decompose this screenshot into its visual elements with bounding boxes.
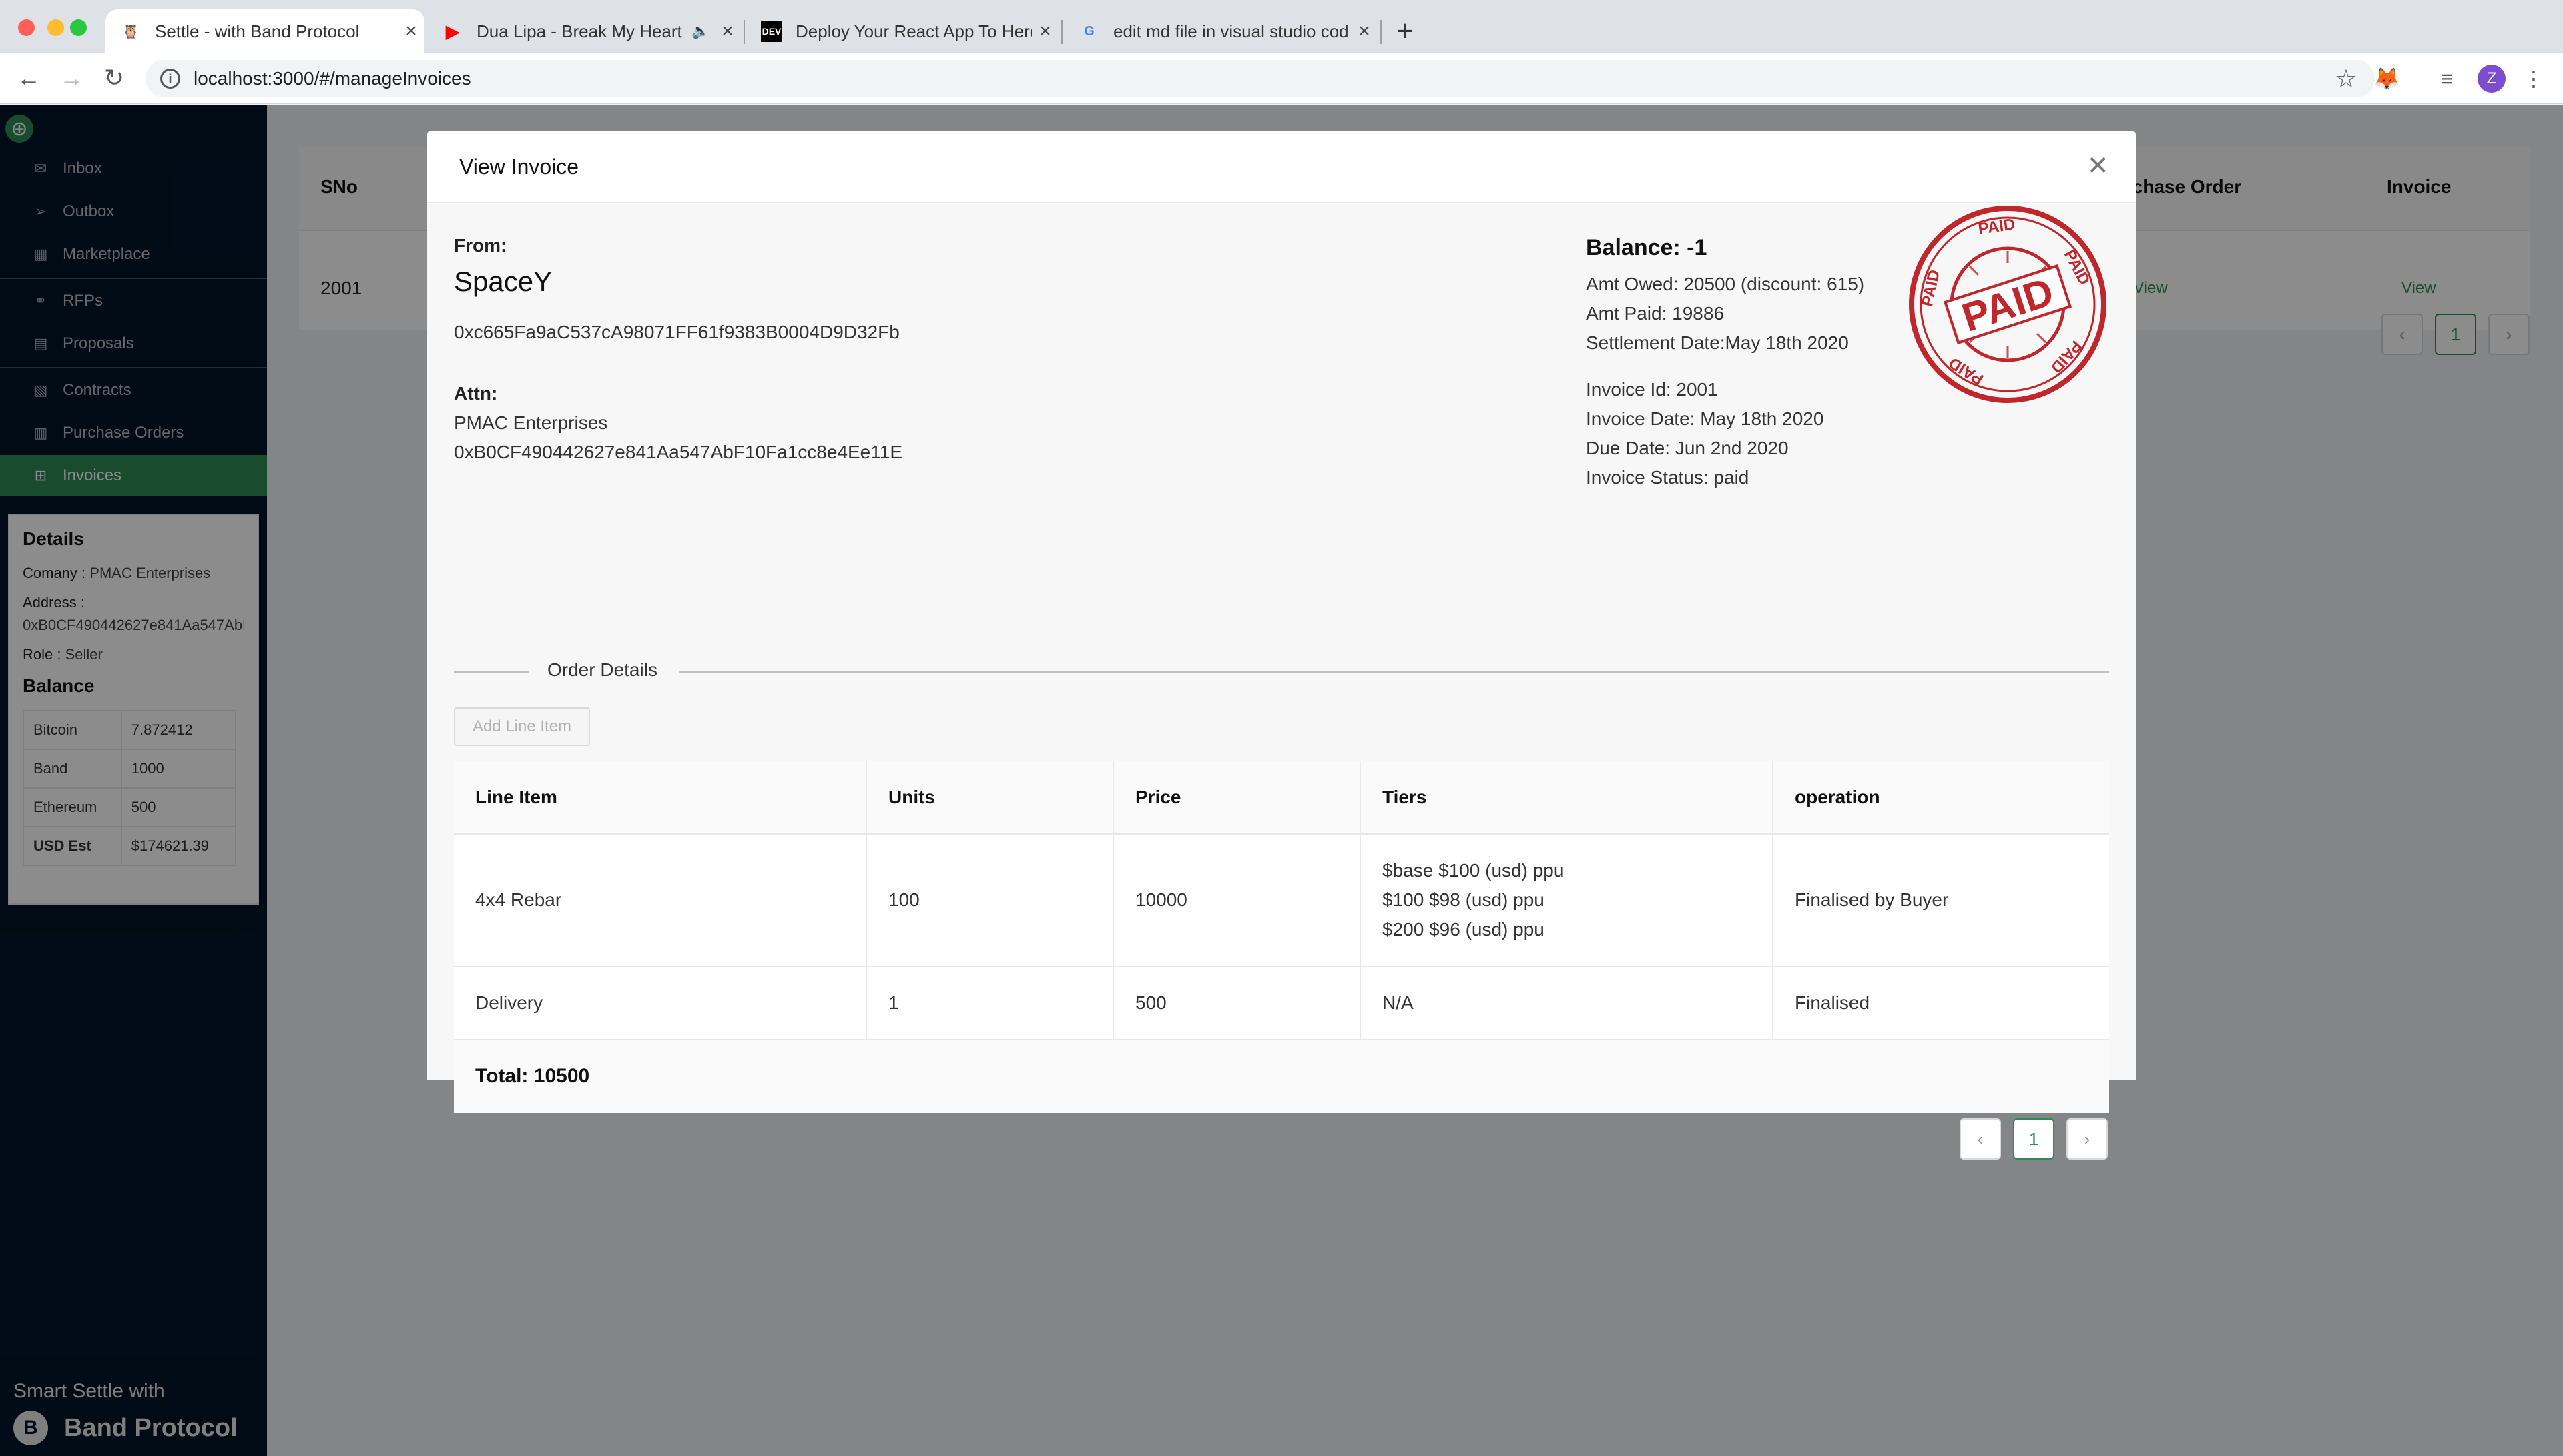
divider-line	[454, 671, 529, 673]
table-row: Delivery 1 500 N/A Finalised	[454, 966, 2109, 1040]
column-header-units[interactable]: Units	[866, 761, 1114, 835]
tab-title: Settle - with Band Protocol	[155, 21, 360, 41]
order-total: Total: 10500	[475, 1065, 590, 1087]
owl-icon: 🦉	[122, 24, 139, 39]
paid-stamp: PAID PAID PAID PAID PAID PAID	[1909, 206, 2106, 403]
tier-line: $base $100 (usd) ppu	[1382, 860, 1564, 881]
reload-icon[interactable]: ↻	[96, 60, 132, 96]
from-company: SpaceY	[454, 266, 553, 297]
url-text: localhost:3000/#/manageInvoices	[194, 68, 471, 89]
operation-cell: Finalised by Buyer	[1773, 834, 2109, 967]
units-cell: 100	[866, 834, 1114, 967]
due-date: Due Date: Jun 2nd 2020	[1586, 438, 1789, 458]
window-minimize-button[interactable]	[47, 19, 64, 36]
tab-title: Deploy Your React App To Hero	[796, 21, 1032, 41]
invoice-id: Invoice Id: 2001	[1586, 379, 1718, 400]
stamp-text: PAID	[1957, 269, 2059, 340]
prev-page-button[interactable]: ‹	[1960, 1118, 2001, 1160]
order-details-label: Order Details	[547, 659, 657, 680]
new-tab-plus-icon[interactable]: +	[1396, 15, 1414, 48]
metamask-fox-icon[interactable]: 🦊	[2369, 61, 2404, 96]
tiers-cell: N/A	[1360, 966, 1773, 1040]
attn-company: PMAC Enterprises	[454, 412, 608, 433]
tab-title: edit md file in visual studio cod	[1113, 21, 1349, 41]
modal-title: View Invoice	[459, 155, 579, 179]
invoice-date: Invoice Date: May 18th 2020	[1586, 408, 1824, 429]
browser-tab-google[interactable]: G edit md file in visual studio cod ×	[1064, 9, 1378, 53]
tab-title: Dua Lipa - Break My Heart	[477, 21, 682, 41]
speaker-icon[interactable]: 🔈	[687, 23, 714, 40]
site-info-icon[interactable]: i	[160, 69, 180, 89]
attn-address: 0xB0CF490442627e841Aa547AbF10Fa1cc8e4Ee1…	[454, 442, 902, 462]
modal-body: From: SpaceY 0xc665Fa9aC537cA98071FF61f9…	[427, 204, 2136, 1160]
price-cell: 500	[1113, 966, 1361, 1040]
window-maximize-button[interactable]	[70, 19, 87, 36]
add-line-item-button[interactable]: Add Line Item	[454, 707, 590, 746]
bookmark-star-icon[interactable]: ☆	[2335, 64, 2357, 94]
amount-paid: Amt Paid: 19886	[1586, 303, 1725, 324]
view-invoice-modal: View Invoice ✕ From: SpaceY 0xc665Fa9aC5…	[427, 131, 2136, 1160]
attn-label: Attn:	[454, 383, 498, 404]
from-address: 0xc665Fa9aC537cA98071FF61f9383B0004D9D32…	[454, 322, 900, 342]
divider-line	[679, 671, 2109, 673]
operation-cell: Finalised	[1773, 966, 2109, 1040]
line-item-cell: 4x4 Rebar	[454, 834, 867, 967]
order-table: Line Item Units Price Tiers operation 4x…	[454, 761, 2109, 1040]
next-page-button[interactable]: ›	[2066, 1118, 2108, 1160]
back-arrow-icon[interactable]: ←	[11, 60, 47, 96]
tab-separator	[1380, 20, 1382, 44]
browser-toolbar: ← → ↻ i localhost:3000/#/manageInvoices …	[0, 53, 2563, 104]
close-icon[interactable]: ✕	[2086, 151, 2109, 181]
google-icon: G	[1084, 23, 1095, 39]
invoice-status: Invoice Status: paid	[1586, 467, 1749, 488]
settlement-date: Settlement Date:May 18th 2020	[1586, 332, 1849, 353]
media-queue-icon[interactable]: ≡	[2430, 61, 2464, 96]
browser-tab-youtube[interactable]: ▶ Dua Lipa - Break My Heart 🔈 ×	[427, 9, 741, 53]
forward-arrow-icon[interactable]: →	[53, 60, 89, 96]
dev-icon: DEV	[761, 21, 782, 42]
line-item-cell: Delivery	[454, 966, 867, 1040]
browser-tab-settle[interactable]: 🦉 Settle - with Band Protocol ×	[105, 9, 424, 53]
browser-tab-dev[interactable]: DEV Deploy Your React App To Hero ×	[746, 9, 1059, 53]
youtube-icon: ▶	[446, 21, 459, 41]
from-label: From:	[454, 235, 507, 256]
column-header-operation[interactable]: operation	[1773, 761, 2109, 835]
tab-close-icon[interactable]: ×	[1351, 20, 1378, 43]
price-cell: 10000	[1113, 834, 1361, 967]
stamp-ring-text: PAID	[1918, 268, 1944, 308]
tab-close-icon[interactable]: ×	[714, 20, 741, 43]
modal-header: View Invoice ✕	[427, 131, 2136, 203]
tiers-cell: $base $100 (usd) ppu $100 $98 (usd) ppu …	[1360, 834, 1773, 967]
units-cell: 1	[866, 966, 1114, 1040]
tab-separator	[1061, 20, 1063, 44]
column-header-tiers[interactable]: Tiers	[1360, 761, 1773, 835]
tier-line: $100 $98 (usd) ppu	[1382, 889, 1544, 910]
table-footer: Total: 10500	[454, 1040, 2109, 1113]
browser-tab-strip: 🦉 Settle - with Band Protocol × ▶ Dua Li…	[0, 0, 2563, 53]
address-bar[interactable]: i localhost:3000/#/manageInvoices ☆	[146, 60, 2375, 97]
page-1-button[interactable]: 1	[2013, 1118, 2054, 1160]
stamp-ring-text: PAID	[1977, 215, 2016, 238]
window-close-button[interactable]	[18, 19, 35, 36]
tab-close-icon[interactable]: ×	[1032, 20, 1059, 43]
tab-close-icon[interactable]: ×	[398, 20, 424, 43]
table-row: 4x4 Rebar 100 10000 $base $100 (usd) ppu…	[454, 834, 2109, 967]
table-header-row: Line Item Units Price Tiers operation	[454, 761, 2109, 835]
profile-avatar[interactable]: Z	[2478, 65, 2506, 93]
column-header-line-item[interactable]: Line Item	[454, 761, 867, 835]
invoice-balance: Balance: -1	[1586, 235, 1707, 260]
amount-owed: Amt Owed: 20500 (discount: 615)	[1586, 274, 1865, 294]
browser-menu-icon[interactable]: ⋮	[2516, 61, 2551, 96]
tier-line: $200 $96 (usd) ppu	[1382, 919, 1544, 940]
tab-separator	[744, 20, 745, 44]
column-header-price[interactable]: Price	[1113, 761, 1361, 835]
